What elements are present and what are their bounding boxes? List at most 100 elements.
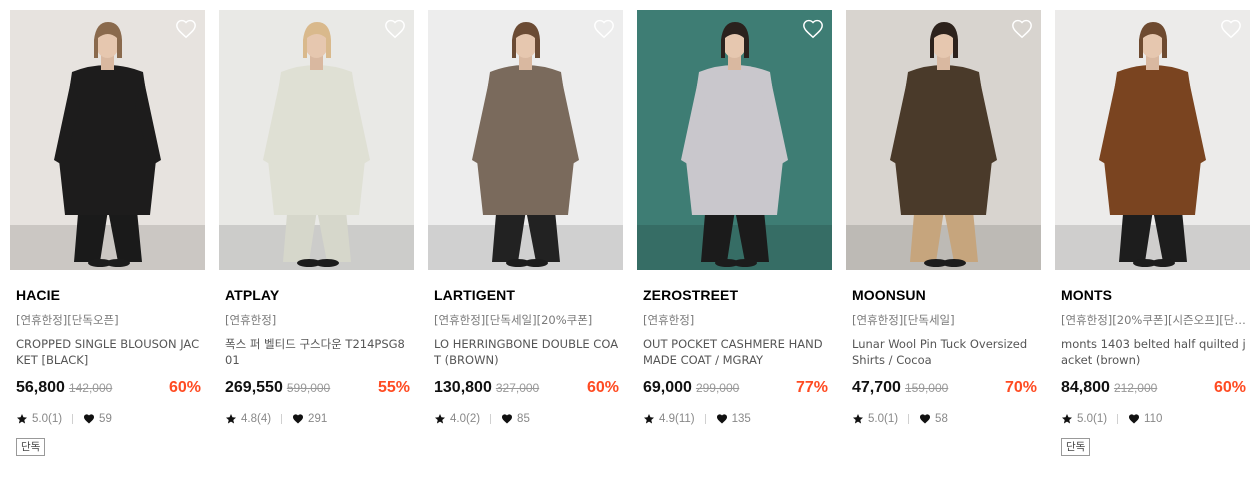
wishlist-button[interactable] [1220,18,1242,40]
promo-tags: [연휴한정] [643,313,695,327]
product-card[interactable]: MOONSUN [연휴한정][단독세일] Lunar Wool Pin Tuck… [846,10,1041,456]
price-row: 84,800 212,000 60% [1061,379,1246,399]
brand-name[interactable]: LARTIGENT [434,287,623,303]
heart-filled-icon [84,414,95,424]
promo-tags: [연휴한정][단독세일] [852,313,955,327]
sale-price: 84,800 [1061,379,1110,396]
promo-tags: [연휴한정][단독세일][20%쿠폰] [434,313,593,327]
star-icon [17,414,27,424]
product-image[interactable] [10,10,205,270]
product-grid: HACIE [연휴한정][단독오픈] CROPPED SINGLE BLOUSO… [10,10,1250,456]
product-name[interactable]: Lunar Wool Pin Tuck Oversized Shirts / C… [852,336,1038,368]
sale-price: 56,800 [16,379,65,396]
product-photo [10,10,205,270]
original-price: 599,000 [286,381,331,395]
price-row: 56,800 142,000 60% [16,379,201,399]
heart-filled-icon [293,414,304,424]
heart-outline-icon [1012,19,1032,39]
heart-outline-icon [594,19,614,39]
sale-price: 69,000 [643,379,692,396]
star-icon [644,414,654,424]
product-photo [846,10,1041,270]
divider [908,414,910,424]
original-price: 159,000 [904,381,949,395]
wishlist-button[interactable] [802,18,824,40]
heart-outline-icon [385,19,405,39]
review-stats: 5.0(1) 110 [1061,412,1250,426]
divider [1117,414,1119,424]
product-card[interactable]: ZEROSTREET [연휴한정] OUT POCKET CASHMERE HA… [637,10,832,456]
product-name[interactable]: LO HERRINGBONE DOUBLE COAT (BROWN) [434,336,620,368]
brand-name[interactable]: MOONSUN [852,287,1041,303]
rating-text: 4.0(2) [450,413,481,425]
review-stats: 5.0(1) 59 [16,412,205,426]
likes-count: 291 [308,413,328,425]
divider [490,414,492,424]
rating-text: 5.0(1) [868,413,899,425]
heart-filled-icon [1129,414,1140,424]
product-card[interactable]: LARTIGENT [연휴한정][단독세일][20%쿠폰] LO HERRING… [428,10,623,456]
heart-filled-icon [716,414,727,424]
divider [704,414,706,424]
review-stats: 5.0(1) 58 [852,412,1041,426]
rating-text: 5.0(1) [1077,413,1108,425]
divider [72,414,74,424]
likes-count: 85 [517,413,530,425]
wishlist-button[interactable] [593,18,615,40]
sale-price: 130,800 [434,379,492,396]
product-card[interactable]: HACIE [연휴한정][단독오픈] CROPPED SINGLE BLOUSO… [10,10,205,456]
star-icon [1062,414,1072,424]
heart-outline-icon [803,19,823,39]
wishlist-button[interactable] [1011,18,1033,40]
product-photo [1055,10,1250,270]
heart-outline-icon [1221,19,1241,39]
exclusive-badge: 단독 [1061,438,1091,456]
product-photo [428,10,623,270]
original-price: 142,000 [68,381,113,395]
product-image[interactable] [846,10,1041,270]
review-stats: 4.9(11) 135 [643,412,832,426]
promo-tags: [연휴한정][단독오픈] [16,313,119,327]
star-icon [853,414,863,424]
original-price: 299,000 [695,381,740,395]
wishlist-button[interactable] [384,18,406,40]
rating-text: 5.0(1) [32,413,63,425]
star-icon [226,414,236,424]
sale-price: 269,550 [225,379,283,396]
product-image[interactable] [1055,10,1250,270]
sale-price: 47,700 [852,379,901,396]
product-card[interactable]: ATPLAY [연휴한정] 폭스 퍼 벨티드 구스다운 T214PSG801 2… [219,10,414,456]
review-stats: 4.0(2) 85 [434,412,623,426]
brand-name[interactable]: HACIE [16,287,205,303]
rating-text: 4.8(4) [241,413,272,425]
product-name[interactable]: CROPPED SINGLE BLOUSON JACKET [BLACK] [16,336,202,368]
discount-rate: 60% [586,379,619,396]
promo-tags: [연휴한정][20%쿠폰][시즌오프][단독세일] [1061,313,1248,327]
star-icon [435,414,445,424]
likes-count: 135 [731,413,751,425]
brand-name[interactable]: MONTS [1061,287,1250,303]
discount-rate: 70% [1004,379,1037,396]
discount-rate: 60% [1213,379,1246,396]
likes-count: 58 [935,413,948,425]
likes-count: 59 [99,413,112,425]
product-image[interactable] [219,10,414,270]
heart-filled-icon [502,414,513,424]
product-name[interactable]: monts 1403 belted half quilted jacket (b… [1061,336,1247,368]
wishlist-button[interactable] [175,18,197,40]
product-name[interactable]: OUT POCKET CASHMERE HANDMADE COAT / MGRA… [643,336,829,368]
price-row: 130,800 327,000 60% [434,379,619,399]
product-photo [637,10,832,270]
divider [281,414,283,424]
discount-rate: 55% [377,379,410,396]
rating-text: 4.9(11) [659,413,695,425]
product-card[interactable]: MONTS [연휴한정][20%쿠폰][시즌오프][단독세일] monts 14… [1055,10,1250,456]
brand-name[interactable]: ATPLAY [225,287,414,303]
product-image[interactable] [637,10,832,270]
price-row: 269,550 599,000 55% [225,379,410,399]
product-image[interactable] [428,10,623,270]
heart-filled-icon [920,414,931,424]
brand-name[interactable]: ZEROSTREET [643,287,832,303]
exclusive-badge: 단독 [16,438,46,456]
product-name[interactable]: 폭스 퍼 벨티드 구스다운 T214PSG801 [225,336,411,368]
